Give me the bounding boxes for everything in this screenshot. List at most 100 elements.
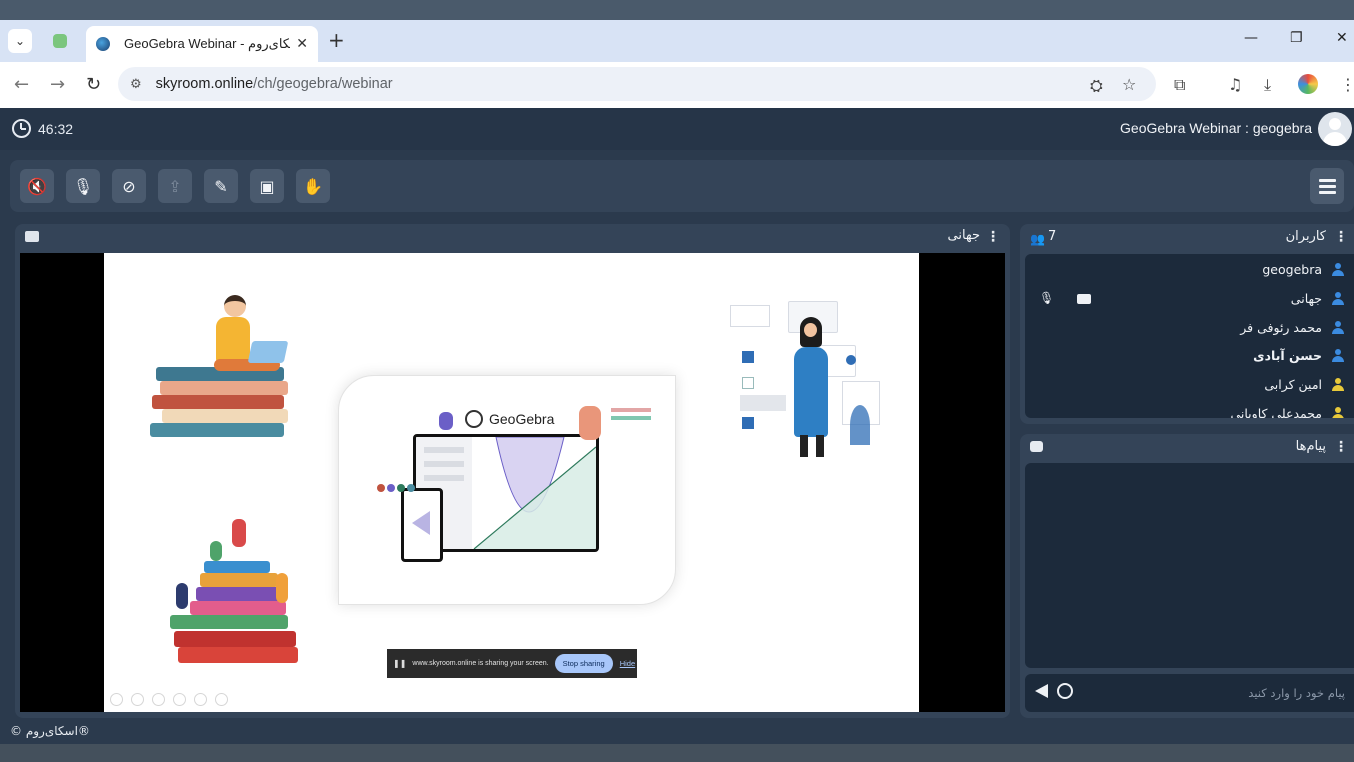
messages-panel-title: پیام‌ها xyxy=(1295,439,1326,454)
users-list: geogebra 🎙 جهانی محمد رئوفی فر حسن آبادی… xyxy=(1025,254,1354,418)
screen-share-panel: جهانی ⋮ GeoGebra ❚❚ www.skyroom.online i… xyxy=(15,224,1010,718)
copyright-text: © اسکای‌روم® xyxy=(10,724,90,738)
user-name: geogebra xyxy=(1262,262,1322,277)
raise-hand-button[interactable]: ✋ xyxy=(296,169,330,203)
user-icon xyxy=(1332,292,1344,306)
users-panel-menu-icon[interactable]: ⋮ xyxy=(1334,229,1348,245)
clock-icon xyxy=(12,119,31,138)
send-icon[interactable] xyxy=(1035,684,1048,698)
profile-avatar-icon[interactable] xyxy=(1298,74,1318,94)
messages-panel-menu-icon[interactable]: ⋮ xyxy=(1334,439,1348,455)
next-slide-icon[interactable] xyxy=(131,693,144,706)
browser-toolbar: ← → ↻ ⚙ skyroom.online/ch/geogebra/webin… xyxy=(0,62,1354,108)
books-reader-illustration xyxy=(144,289,304,449)
geogebra-phone-illustration xyxy=(401,488,443,562)
users-icon: 👥 xyxy=(1030,232,1045,246)
reload-icon[interactable]: ↻ xyxy=(86,74,101,95)
camera-button[interactable]: ⊘ xyxy=(112,169,146,203)
forward-icon[interactable]: → xyxy=(50,74,65,95)
prev-slide-icon[interactable] xyxy=(110,693,123,706)
chat-icon xyxy=(1030,441,1043,452)
list-item[interactable]: حسن آبادی xyxy=(1025,342,1354,370)
whiteboard-button[interactable]: ✎ xyxy=(204,169,238,203)
users-count: 7 xyxy=(1048,229,1057,244)
browser-menu-icon[interactable]: ⋮ xyxy=(1340,75,1354,94)
screen-share-icon xyxy=(25,231,39,242)
user-name: محمدعلی کاوبانی xyxy=(1230,406,1322,418)
user-name: محمد رئوفی فر xyxy=(1240,320,1322,335)
minimize-icon[interactable]: — xyxy=(1244,30,1258,46)
briefcase-icon: ▣ xyxy=(259,176,275,196)
url-host: skyroom.online xyxy=(155,76,254,92)
stop-sharing-button[interactable]: Stop sharing xyxy=(554,654,613,673)
files-button[interactable]: ▣ xyxy=(250,169,284,203)
hide-banner-button[interactable]: Hide xyxy=(620,659,635,668)
microphone-button[interactable]: 🎙 xyxy=(66,169,100,203)
geogebra-logo-text: GeoGebra xyxy=(489,411,555,427)
app-header: 46:32 GeoGebra Webinar : geogebra xyxy=(0,108,1354,150)
microphone-off-icon: 🎙 xyxy=(72,176,94,196)
copy-slide-icon[interactable] xyxy=(173,693,186,706)
emoji-icon[interactable] xyxy=(1057,683,1073,699)
hamburger-menu-button[interactable] xyxy=(1310,168,1344,204)
user-icon xyxy=(1332,349,1344,363)
teacher-illustration xyxy=(730,287,890,462)
messages-list xyxy=(1025,463,1354,668)
camera-off-icon: ⊘ xyxy=(122,176,136,196)
site-settings-icon[interactable]: ⚙ xyxy=(130,77,142,92)
list-item[interactable]: امین کرابی xyxy=(1025,371,1354,399)
brush-icon: ✎ xyxy=(214,176,228,196)
browser-tabstrip: ⌄ GeoGebra Webinar - اسکای‌روم ✕ + — ❐ ✕ xyxy=(0,20,1354,62)
list-item[interactable]: geogebra xyxy=(1025,256,1354,284)
translate-icon[interactable]: ⛭ xyxy=(1090,76,1103,96)
user-icon xyxy=(1332,378,1344,392)
user-avatar[interactable] xyxy=(1318,112,1352,146)
books-people-illustration xyxy=(160,513,310,673)
geogebra-card: GeoGebra xyxy=(338,375,676,605)
user-name: جهانی xyxy=(1290,291,1322,306)
list-item[interactable]: محمد رئوفی فر xyxy=(1025,314,1354,342)
bookmark-star-icon[interactable]: ☆ xyxy=(1122,75,1136,94)
extensions-icon[interactable]: ⧉ xyxy=(1174,75,1185,95)
new-tab-plus-icon[interactable]: + xyxy=(328,28,345,52)
hand-icon: ✋ xyxy=(303,176,323,196)
back-icon[interactable]: ← xyxy=(14,74,29,95)
screen-share-button[interactable]: ⇪ xyxy=(158,169,192,203)
tab-search-chevron-icon[interactable]: ⌄ xyxy=(8,29,32,53)
graph-drawing xyxy=(416,437,596,549)
users-panel: 👥 7 کاربران ⋮ geogebra 🎙 جهانی محمد رئوف… xyxy=(1020,224,1354,424)
screen-share-icon xyxy=(1077,294,1091,304)
user-name: امین کرابی xyxy=(1264,377,1322,392)
message-composer xyxy=(1025,674,1354,712)
screen-share-icon: ⇪ xyxy=(168,176,182,196)
active-tab[interactable]: GeoGebra Webinar - اسکای‌روم ✕ xyxy=(86,26,318,62)
url-path: /ch/geogebra/webinar xyxy=(253,76,393,92)
list-item[interactable]: محمدعلی کاوبانی xyxy=(1025,400,1354,418)
control-bar: 🔇 🎙 ⊘ ⇪ ✎ ▣ ✋ xyxy=(10,160,1354,212)
screen-sharing-banner: ❚❚ www.skyroom.online is sharing your sc… xyxy=(387,649,637,678)
download-icon[interactable]: ⤓ xyxy=(1264,75,1271,95)
user-icon xyxy=(1332,263,1344,277)
avatar-group-icon xyxy=(377,484,415,492)
edit-slide-icon[interactable] xyxy=(152,693,165,706)
footer: © اسکای‌روم® xyxy=(0,718,1354,744)
user-icon xyxy=(1332,407,1344,418)
user-name: حسن آبادی xyxy=(1253,348,1322,363)
share-panel-menu-icon[interactable]: ⋮ xyxy=(986,229,1000,245)
skyroom-favicon-icon xyxy=(96,37,110,51)
media-control-icon[interactable]: ♫ xyxy=(1228,75,1242,94)
taskbar-strip xyxy=(0,744,1354,762)
message-input[interactable] xyxy=(1087,680,1345,706)
address-bar[interactable]: ⚙ skyroom.online/ch/geogebra/webinar ⛭ ☆ xyxy=(118,67,1156,101)
tab-close-icon[interactable]: ✕ xyxy=(296,36,308,52)
restore-icon[interactable]: ❐ xyxy=(1290,30,1303,46)
pinned-tab[interactable] xyxy=(48,29,72,53)
users-panel-title: کاربران xyxy=(1285,229,1326,244)
zoom-slide-icon[interactable] xyxy=(194,693,207,706)
slide-navigation xyxy=(110,693,228,706)
pause-icon: ❚❚ xyxy=(393,659,407,668)
close-window-icon[interactable]: ✕ xyxy=(1336,30,1348,46)
more-slide-icon[interactable] xyxy=(215,693,228,706)
list-item[interactable]: 🎙 جهانی xyxy=(1025,285,1354,313)
speaker-mute-button[interactable]: 🔇 xyxy=(20,169,54,203)
